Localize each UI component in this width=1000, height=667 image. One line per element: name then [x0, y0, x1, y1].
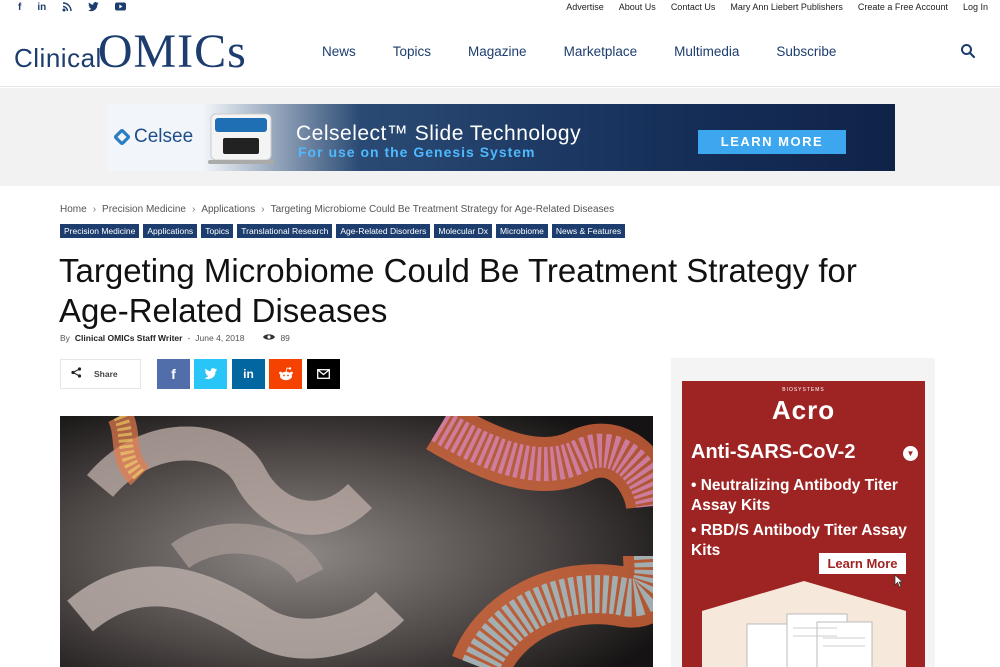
- nav-topics[interactable]: Topics: [393, 44, 431, 59]
- rss-icon[interactable]: [62, 2, 72, 15]
- share-facebook-button[interactable]: f: [157, 359, 190, 389]
- linkedin-icon[interactable]: in: [37, 2, 46, 15]
- hero-image-gut-microbiome: [60, 416, 653, 667]
- contact-link[interactable]: Contact Us: [671, 2, 716, 13]
- nav-magazine[interactable]: Magazine: [468, 44, 527, 59]
- view-count: 89: [280, 333, 290, 343]
- celsee-brand: Celsee: [134, 126, 194, 147]
- acro-learn-more-button[interactable]: Learn More: [819, 553, 906, 574]
- article-title: Targeting Microbiome Could Be Treatment …: [59, 252, 857, 329]
- share-icon: [71, 367, 82, 381]
- about-link[interactable]: About Us: [619, 2, 656, 13]
- breadcrumb-current: Targeting Microbiome Could Be Treatment …: [270, 204, 615, 215]
- gut-illustration: [60, 416, 653, 667]
- acro-product-title: Anti-SARS-CoV-2: [691, 441, 856, 463]
- share-linkedin-button[interactable]: in: [232, 359, 265, 389]
- breadcrumb-sep-icon: ›: [261, 204, 265, 215]
- eye-icon: [263, 333, 276, 343]
- top-bar: f in Advertise About Us Contact Us Mary …: [0, 0, 1000, 16]
- logo-omics: OMICs: [97, 25, 247, 78]
- breadcrumb-precision-medicine[interactable]: Precision Medicine: [102, 204, 186, 215]
- logo-clinical: Clinical: [14, 43, 102, 73]
- by-label: By: [60, 333, 70, 343]
- tag-applications[interactable]: Applications: [143, 224, 198, 238]
- publish-date: June 4, 2018: [195, 333, 245, 343]
- facebook-icon[interactable]: f: [18, 2, 21, 15]
- banner-headline: Celselect™ Slide Technology: [296, 122, 582, 145]
- tag-topics[interactable]: Topics: [201, 224, 234, 238]
- learn-more-button[interactable]: LEARN MORE: [698, 130, 846, 154]
- acro-logo: Acro: [771, 395, 836, 425]
- nav-subscribe[interactable]: Subscribe: [776, 44, 836, 59]
- celsee-logo: Celsee: [112, 126, 194, 148]
- breadcrumb: Home › Precision Medicine › Applications…: [60, 204, 614, 215]
- banner-subline: For use on the Genesis System: [298, 144, 536, 160]
- celsee-banner-ad[interactable]: Celsee Celselect™ Slide Technology For u…: [108, 104, 895, 171]
- social-links: f in: [18, 2, 127, 15]
- nav-marketplace[interactable]: Marketplace: [564, 44, 638, 59]
- tag-translational-research[interactable]: Translational Research: [237, 224, 333, 238]
- main-nav: News Topics Magazine Marketplace Multime…: [322, 44, 873, 59]
- author-link[interactable]: Clinical OMICs Staff Writer: [75, 333, 183, 343]
- publisher-link[interactable]: Mary Ann Liebert Publishers: [730, 2, 843, 13]
- reddit-icon: [278, 367, 293, 381]
- article-meta: By Clinical OMICs Staff Writer - June 4,…: [60, 333, 290, 343]
- top-links: Advertise About Us Contact Us Mary Ann L…: [566, 2, 988, 13]
- tag-age-related-disorders[interactable]: Age-Related Disorders: [336, 224, 431, 238]
- share-label: Share: [94, 369, 118, 379]
- category-tags: Precision Medicine Applications Topics T…: [60, 224, 626, 238]
- device-image: [208, 113, 274, 164]
- tag-microbiome[interactable]: Microbiome: [495, 224, 548, 238]
- site-header: Clinical OMICs News Topics Magazine Mark…: [0, 17, 1000, 87]
- nav-multimedia[interactable]: Multimedia: [674, 44, 739, 59]
- breadcrumb-applications[interactable]: Applications: [201, 204, 255, 215]
- breadcrumb-sep-icon: ›: [92, 204, 97, 215]
- search-icon[interactable]: [960, 43, 976, 59]
- share-twitter-button[interactable]: [194, 359, 227, 389]
- tag-news-features[interactable]: News & Features: [551, 224, 626, 238]
- create-account-link[interactable]: Create a Free Account: [858, 2, 948, 13]
- envelope-icon: [317, 369, 330, 379]
- twitter-icon: [203, 368, 217, 380]
- share-email-button[interactable]: [307, 359, 340, 389]
- celsee-hex-icon: [112, 127, 132, 147]
- advertise-link[interactable]: Advertise: [566, 2, 604, 13]
- share-button[interactable]: Share: [60, 359, 141, 389]
- breadcrumb-home[interactable]: Home: [60, 204, 87, 215]
- breadcrumb-sep-icon: ›: [191, 204, 196, 215]
- twitter-icon[interactable]: [88, 2, 99, 15]
- login-link[interactable]: Log In: [963, 2, 988, 13]
- nav-news[interactable]: News: [322, 44, 356, 59]
- share-reddit-button[interactable]: [269, 359, 302, 389]
- document-sheets-image: [746, 613, 873, 667]
- youtube-icon[interactable]: [115, 2, 127, 15]
- meta-dash: -: [187, 333, 191, 343]
- acro-biosystems-label: BIOSYSTEMS: [782, 387, 825, 393]
- linkedin-icon: in: [243, 367, 254, 381]
- acro-bullet-1: • Neutralizing Antibody Titer Assay Kits: [691, 477, 898, 514]
- tag-precision-medicine[interactable]: Precision Medicine: [60, 224, 140, 238]
- facebook-icon: f: [171, 366, 176, 382]
- acro-sidebar-ad[interactable]: BIOSYSTEMS Acro Anti-SARS-CoV-2 ▼ • Neut…: [682, 381, 925, 667]
- tag-molecular-dx[interactable]: Molecular Dx: [434, 224, 492, 238]
- cursor-icon: [894, 574, 904, 588]
- site-logo[interactable]: Clinical OMICs: [14, 27, 247, 79]
- chevron-down-icon: ▼: [903, 446, 918, 461]
